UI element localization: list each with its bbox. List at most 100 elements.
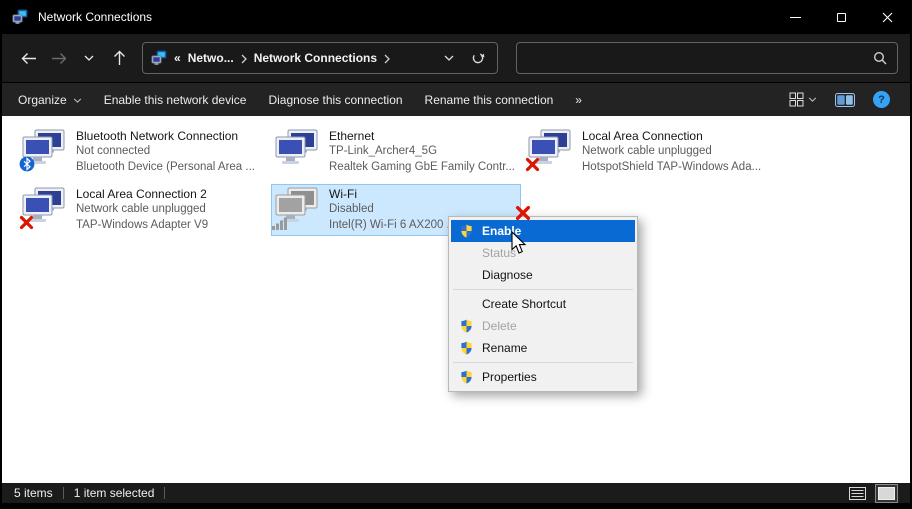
connection-item-bluetooth[interactable]: Bluetooth Network Connection Not connect… (18, 126, 268, 178)
up-button[interactable] (104, 43, 134, 73)
connection-name: Local Area Connection 2 (76, 186, 208, 202)
menu-item-create-shortcut[interactable]: Create Shortcut (451, 293, 635, 315)
breadcrumb-current[interactable]: Network Connections (254, 51, 377, 65)
network-adapter-icon-disabled (275, 187, 320, 229)
connection-item-local-area[interactable]: Local Area Connection Network cable unpl… (524, 126, 774, 178)
file-list-area: Bluetooth Network Connection Not connect… (2, 116, 910, 483)
diagnose-connection-button[interactable]: Diagnose this connection (268, 93, 402, 107)
icons-view-button[interactable] (875, 484, 898, 503)
mouse-cursor (511, 231, 528, 255)
rename-connection-button[interactable]: Rename this connection (425, 93, 554, 107)
search-box (516, 42, 898, 74)
connection-device: TAP-Windows Adapter V9 (76, 218, 208, 234)
location-icon (151, 50, 167, 66)
menu-item-rename[interactable]: Rename (451, 337, 635, 359)
close-icon (882, 12, 893, 23)
toolbar-right-group: ? (789, 91, 894, 108)
breadcrumb-overflow[interactable]: « (174, 51, 181, 65)
network-adapter-icon (528, 129, 573, 171)
change-view-button[interactable] (789, 92, 817, 107)
connection-status: Not connected (76, 144, 255, 160)
menu-item-delete: Delete (451, 315, 635, 337)
menu-item-label: Diagnose (482, 268, 533, 282)
enable-device-button[interactable]: Enable this network device (104, 93, 247, 107)
details-view-icon (849, 487, 866, 500)
chevron-down-icon (808, 97, 817, 102)
forward-icon (51, 52, 67, 65)
connection-item-local-area-2[interactable]: Local Area Connection 2 Network cable un… (18, 184, 268, 236)
connection-name: Wi-Fi (329, 186, 456, 202)
status-bar: 5 items 1 item selected (2, 483, 910, 503)
refresh-icon (471, 51, 485, 65)
connection-status: TP-Link_Archer4_5G (329, 144, 515, 160)
connection-status: Network cable unplugged (76, 202, 208, 218)
statusbar-view-toggles (846, 484, 898, 503)
connection-name: Ethernet (329, 128, 515, 144)
uac-shield-icon (458, 224, 474, 238)
forward-button[interactable] (44, 43, 74, 73)
command-toolbar: Organize Enable this network device Diag… (2, 82, 910, 116)
connection-item-ethernet[interactable]: Ethernet TP-Link_Archer4_5G Realtek Gami… (271, 126, 521, 178)
address-dropdown-button[interactable] (438, 46, 460, 70)
search-icon (873, 51, 887, 65)
menu-item-label: Create Shortcut (482, 297, 566, 311)
chevron-right-icon (384, 54, 390, 64)
toolbar-more-button[interactable]: » (575, 93, 582, 107)
connection-name: Local Area Connection (582, 128, 761, 144)
connection-status: Network cable unplugged (582, 144, 761, 160)
red-x-icon (525, 157, 540, 172)
selection-count: 1 item selected (74, 486, 155, 500)
thumbnail-view-icon (878, 487, 895, 500)
address-bar[interactable]: « Netwo... Network Connections (142, 42, 498, 74)
back-icon (21, 52, 37, 65)
window-controls (772, 0, 910, 34)
menu-item-enable[interactable]: Enable (451, 220, 635, 242)
chevron-down-icon (444, 55, 454, 61)
window: Network Connections « Netwo... (0, 0, 912, 509)
network-adapter-icon (22, 129, 67, 171)
search-input[interactable] (527, 51, 873, 65)
up-icon (113, 50, 126, 66)
preview-pane-icon (835, 93, 855, 107)
breadcrumb-root[interactable]: Netwo... (188, 51, 234, 65)
organize-label: Organize (18, 93, 67, 107)
minimize-button[interactable] (772, 0, 818, 34)
connection-device: Intel(R) Wi-Fi 6 AX200 ... (329, 218, 456, 234)
menu-item-properties[interactable]: Properties (451, 366, 635, 388)
connection-device: Bluetooth Device (Personal Area ... (76, 160, 255, 176)
maximize-icon (837, 13, 846, 22)
menu-item-diagnose[interactable]: Diagnose (451, 264, 635, 286)
network-connections-app-icon (12, 9, 28, 25)
bluetooth-badge-icon (19, 156, 35, 172)
context-menu: Enable Status Diagnose Create Shortcut D… (448, 216, 638, 392)
uac-shield-icon (458, 370, 474, 384)
network-adapter-icon (22, 187, 67, 229)
chevron-down-icon (84, 55, 94, 61)
organize-button[interactable]: Organize (18, 93, 82, 107)
back-button[interactable] (14, 43, 44, 73)
chevron-right-icon (241, 54, 247, 64)
menu-item-label: Properties (482, 370, 537, 384)
help-button[interactable]: ? (873, 91, 890, 108)
network-adapter-icon (275, 129, 320, 171)
view-grid-icon (789, 92, 804, 107)
uac-shield-icon (458, 319, 474, 333)
refresh-button[interactable] (467, 46, 489, 70)
minimize-icon (790, 17, 801, 18)
titlebar: Network Connections (2, 0, 910, 34)
uac-shield-icon (458, 341, 474, 355)
close-button[interactable] (864, 0, 910, 34)
details-view-button[interactable] (846, 484, 869, 503)
preview-pane-button[interactable] (835, 93, 855, 107)
red-x-icon (19, 215, 34, 230)
menu-item-status: Status (451, 242, 635, 264)
recent-locations-button[interactable] (74, 43, 104, 73)
red-x-icon (515, 205, 531, 221)
chevron-down-icon (73, 98, 82, 103)
wifi-signal-icon (272, 217, 288, 230)
connection-device: HotspotShield TAP-Windows Ada... (582, 160, 761, 176)
menu-separator (453, 362, 633, 363)
menu-item-label: Delete (482, 319, 517, 333)
maximize-button[interactable] (818, 0, 864, 34)
connection-status: Disabled (329, 202, 456, 218)
